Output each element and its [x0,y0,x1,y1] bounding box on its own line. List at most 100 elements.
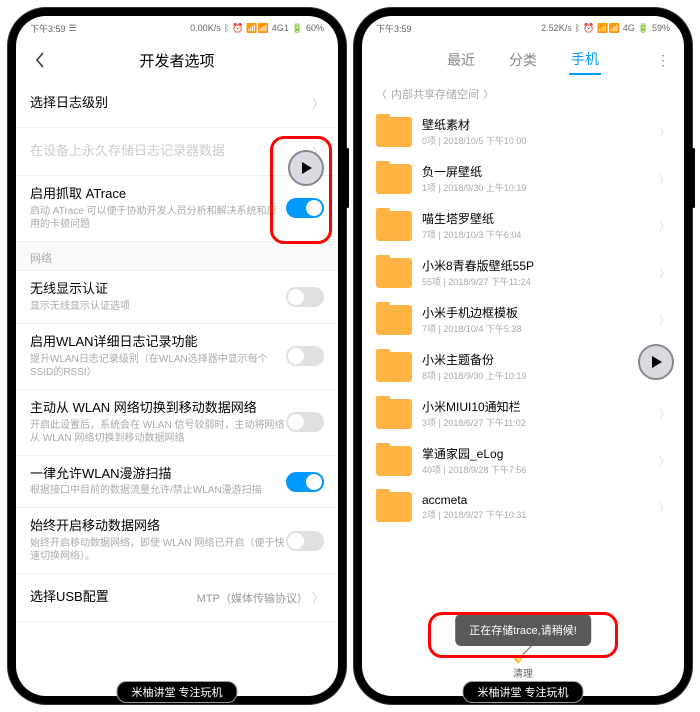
toggle-wlan-roam[interactable] [286,472,324,492]
folder-row[interactable]: 小米手机边框模板 7项 | 2018/10/4 下午5:38 〉 [362,296,684,343]
folder-list[interactable]: 壁纸素材 0项 | 2018/10/5 下午10:00 〉 负一屏壁纸 1项 |… [362,108,684,696]
page-title: 开发者选项 [16,50,338,71]
tab-category[interactable]: 分类 [507,46,539,74]
play-button[interactable] [288,150,324,186]
folder-name: 小米MIUI10通知栏 [422,398,649,415]
folder-name: 掌通家园_eLog [422,445,649,462]
toggle-wlan-verbose[interactable] [286,346,324,366]
folder-icon [376,399,412,429]
chevron-right-icon: 〉 [312,589,324,606]
phone-frame-left: 下午3:59 ☰ 0.00K/s ᛒ ⏰ 📶📶 4G1 🔋 60% 开发者选项 … [8,8,346,704]
status-netspeed: 2.52K/s [541,23,572,33]
chevron-left-icon: 〈 [376,86,387,102]
folder-row[interactable]: 掌通家园_eLog 40项 | 2018/9/28 下午7:56 〉 [362,437,684,484]
tab-phone[interactable]: 手机 [569,45,601,75]
network-type: 4G1 [272,23,289,33]
row-wlan-verbose[interactable]: 启用WLAN详细日志记录功能 提升WLAN日志记录级别（在WLAN选择器中显示每… [16,324,338,390]
chevron-right-icon: 〉 [659,265,670,281]
tab-header: 最近 分类 手机 ⋮ [362,40,684,80]
folder-name: accmeta [422,493,649,507]
chevron-right-icon: 〉 [659,312,670,328]
toggle-mobile-always[interactable] [286,531,324,551]
chevron-right-icon: 〉 [659,499,670,515]
row-wlan-roam[interactable]: 一律允许WLAN漫游扫描 根据接口中目前的数据流量允许/禁止WLAN漫游扫描 [16,456,338,509]
row-usb-config[interactable]: 选择USB配置 MTP（媒体传输协议） 〉 [16,574,338,622]
bluetooth-icon: ᛒ [224,23,229,33]
folder-meta: 40项 | 2018/9/28 下午7:56 [422,463,649,476]
folder-name: 喵生塔罗壁纸 [422,210,649,227]
tab-recent[interactable]: 最近 [445,46,477,74]
bluetooth-icon: ᛒ [575,23,580,33]
toggle-wifi-cert[interactable] [286,287,324,307]
statusbar: 下午3:59 2.52K/s ᛒ ⏰ 📶📶 4G 🔋 59% [362,16,684,40]
play-button[interactable] [638,344,674,380]
folder-name: 壁纸素材 [422,116,649,133]
folder-icon [376,164,412,194]
folder-row[interactable]: 负一屏壁纸 1项 | 2018/9/30 上午10:19 〉 [362,155,684,202]
status-time: 下午3:59 [30,22,66,35]
clean-button[interactable]: 🧹 清理 [362,645,684,680]
folder-name: 小米8青春版壁纸55P [422,257,649,274]
menu-icon[interactable]: ⋮ [656,52,670,69]
row-mobile-always[interactable]: 始终开启移动数据网络 始终开启移动数据网络，即使 WLAN 网络已开启（便于快速… [16,508,338,574]
folder-meta: 3项 | 2018/6/27 下午11:02 [422,416,649,429]
folder-icon [376,117,412,147]
chevron-right-icon: 〉 [659,124,670,140]
chevron-right-icon: 〉 [659,406,670,422]
folder-icon [376,352,412,382]
folder-row[interactable]: 小米8青春版壁纸55P 55项 | 2018/9/27 下午11:24 〉 [362,249,684,296]
battery-pct: 59% [652,23,670,33]
folder-meta: 7项 | 2018/10/3 下午6:04 [422,228,649,241]
folder-name: 负一屏壁纸 [422,163,649,180]
toggle-atrace[interactable] [286,198,324,218]
screen-left: 下午3:59 ☰ 0.00K/s ᛒ ⏰ 📶📶 4G1 🔋 60% 开发者选项 … [16,16,338,696]
watermark: 米柚讲堂 专注玩机 [116,681,237,703]
folder-icon [376,446,412,476]
folder-icon [376,258,412,288]
chevron-right-icon: 〉 [659,453,670,469]
folder-row[interactable]: 小米主题备份 8项 | 2018/9/30 上午10:19 〉 [362,343,684,390]
battery-icon: 🔋 [638,23,649,34]
battery-pct: 60% [306,23,324,33]
folder-meta: 2项 | 2018/9/27 下午10:31 [422,508,649,521]
alarm-icon: ⏰ [232,23,243,34]
folder-row[interactable]: 喵生塔罗壁纸 7项 | 2018/10/3 下午6:04 〉 [362,202,684,249]
folder-icon [376,211,412,241]
broom-icon: 🧹 [362,645,684,665]
status-netspeed: 0.00K/s [190,23,221,33]
folder-row[interactable]: 小米MIUI10通知栏 3项 | 2018/6/27 下午11:02 〉 [362,390,684,437]
chevron-right-icon: 〉 [659,218,670,234]
toast-message: 正在存储trace,请稍候! [455,614,591,646]
section-network: 网络 [16,242,338,271]
row-atrace[interactable]: 启用抓取 ATrace 启动 ATrace 可以便于协助开发人员分析和解决系统和… [16,176,338,242]
usb-value: MTP（媒体传输协议） [197,590,308,606]
folder-name: 小米主题备份 [422,351,649,368]
chevron-right-icon: 〉 [659,171,670,187]
battery-icon: 🔋 [292,23,303,34]
row-log-level[interactable]: 选择日志级别 〉 [16,80,338,128]
statusbar: 下午3:59 ☰ 0.00K/s ᛒ ⏰ 📶📶 4G1 🔋 60% [16,16,338,40]
folder-name: 小米手机边框模板 [422,304,649,321]
network-type: 4G [623,23,635,33]
alarm-icon: ⏰ [583,23,594,34]
header: 开发者选项 [16,40,338,80]
watermark: 米柚讲堂 专注玩机 [462,681,583,703]
signal-icon: 📶📶 [597,23,619,34]
chevron-right-icon: 〉 [483,86,494,102]
chevron-right-icon: 〉 [312,95,324,112]
folder-icon [376,492,412,522]
screen-right: 下午3:59 2.52K/s ᛒ ⏰ 📶📶 4G 🔋 59% 最近 分类 手机 … [362,16,684,696]
folder-row[interactable]: accmeta 2项 | 2018/9/27 下午10:31 〉 [362,484,684,530]
folder-row[interactable]: 壁纸素材 0项 | 2018/10/5 下午10:00 〉 [362,108,684,155]
folder-icon [376,305,412,335]
toggle-wlan-mobile[interactable] [286,412,324,432]
folder-meta: 7项 | 2018/10/4 下午5:38 [422,322,649,335]
signal-icon: 📶📶 [246,23,268,34]
row-wifi-cert[interactable]: 无线显示认证 显示无线显示认证选项 [16,271,338,324]
breadcrumb[interactable]: 〈 内部共享存储空间 〉 [362,80,684,108]
folder-meta: 55项 | 2018/9/27 下午11:24 [422,275,649,288]
status-time: 下午3:59 [376,22,412,35]
row-wlan-mobile[interactable]: 主动从 WLAN 网络切换到移动数据网络 开启此设置后，系统会在 WLAN 信号… [16,390,338,456]
phone-frame-right: 下午3:59 2.52K/s ᛒ ⏰ 📶📶 4G 🔋 59% 最近 分类 手机 … [354,8,692,704]
folder-meta: 1项 | 2018/9/30 上午10:19 [422,181,649,194]
